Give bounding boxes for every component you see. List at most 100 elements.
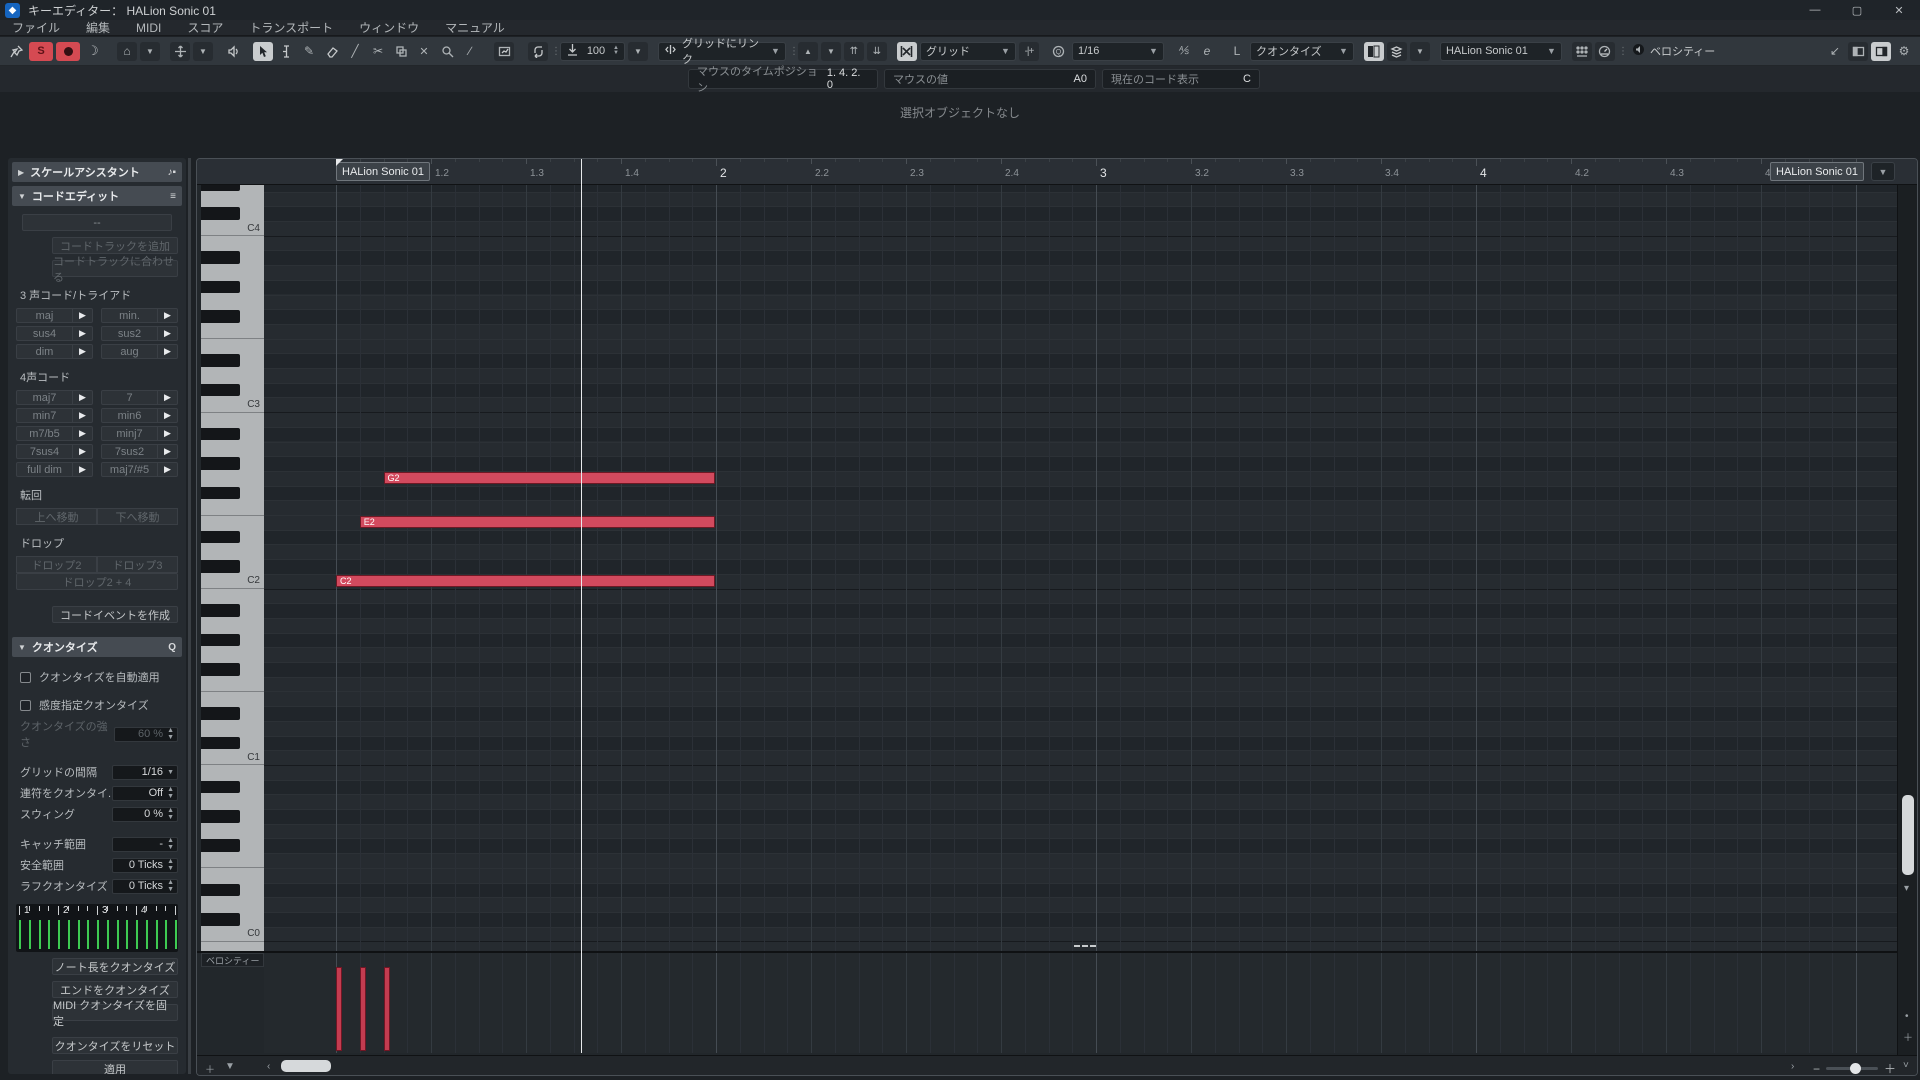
independent-loop-icon[interactable] xyxy=(528,41,548,61)
tetrad-fulldim[interactable]: full dim ▶ xyxy=(16,462,93,477)
zoom-in-icon[interactable]: ＋ xyxy=(1884,1060,1896,1075)
maximize-button[interactable]: ▢ xyxy=(1836,0,1878,20)
chord-play-icon[interactable]: ▶ xyxy=(158,326,178,341)
pin-icon[interactable] xyxy=(6,42,26,61)
quantize-section[interactable]: ▼ クオンタイズ Q xyxy=(12,637,182,657)
grid-row[interactable] xyxy=(264,192,1917,207)
triad-dim[interactable]: dim ▶ xyxy=(16,344,93,359)
part-end-label[interactable]: HALion Sonic 01 xyxy=(1770,162,1864,181)
part-start-label[interactable]: HALion Sonic 01 xyxy=(336,162,430,181)
grid-row[interactable] xyxy=(264,426,1917,442)
vertical-zoom-dot-icon[interactable]: • xyxy=(1905,1011,1909,1022)
grid-row[interactable] xyxy=(264,397,1917,412)
chord-label[interactable]: min6 xyxy=(101,408,158,423)
insert-velocity-field[interactable]: 100 ▲ ▼ xyxy=(560,41,625,61)
piano-key-black[interactable] xyxy=(201,633,240,647)
triad-sus4[interactable]: sus4 ▶ xyxy=(16,326,93,341)
grid-row[interactable] xyxy=(264,279,1917,295)
chord-label[interactable]: dim xyxy=(16,344,73,359)
erase-tool-icon[interactable] xyxy=(322,42,342,61)
piano-key-black[interactable] xyxy=(201,383,240,397)
field-value[interactable]: - ▲ ▼ xyxy=(112,836,178,852)
grid-row[interactable] xyxy=(264,809,1917,824)
scroll-right-icon[interactable]: › xyxy=(1791,1061,1794,1072)
object-selection-tool[interactable] xyxy=(253,41,273,61)
grid-row[interactable] xyxy=(264,236,1917,251)
grid-row[interactable] xyxy=(264,706,1917,721)
piano-key-black[interactable] xyxy=(201,560,240,573)
setup-toolbar-icon[interactable]: ⚙ xyxy=(1894,42,1914,61)
inversion-button-0[interactable]: 上へ移動 xyxy=(16,508,97,525)
scroll-down-icon[interactable]: ▾ xyxy=(1904,883,1909,894)
chord-play-icon[interactable]: ▶ xyxy=(158,344,178,359)
triad-min[interactable]: min. ▶ xyxy=(101,308,178,323)
chord-label[interactable]: minj7 xyxy=(101,426,158,441)
tetrad-7sus2[interactable]: 7sus2 ▶ xyxy=(101,444,178,459)
chord-play-icon[interactable]: ▶ xyxy=(158,462,178,477)
chord-play-icon[interactable]: ▶ xyxy=(73,426,93,441)
triad-aug[interactable]: aug ▶ xyxy=(101,344,178,359)
tetrad-min7[interactable]: min7 ▶ xyxy=(16,408,93,423)
tetrad-m7b5[interactable]: m7/b5 ▶ xyxy=(16,426,93,441)
grid-row[interactable] xyxy=(264,824,1917,839)
midi-note-E2[interactable]: E2 xyxy=(359,516,715,529)
chord-label[interactable]: m7/b5 xyxy=(16,426,73,441)
part-edit-mode-icon[interactable] xyxy=(170,41,190,61)
tetrad-7[interactable]: 7 ▶ xyxy=(101,390,178,405)
quantize-preset-field[interactable]: 1/16 ▼ xyxy=(1071,41,1164,61)
current-chord-button[interactable]: -- xyxy=(22,214,172,231)
grid-row[interactable] xyxy=(264,677,1917,692)
chord-play-icon[interactable]: ▶ xyxy=(158,444,178,459)
zoom-in-vertical-icon[interactable]: ＋ xyxy=(205,1061,215,1075)
zoom-tool-icon[interactable] xyxy=(437,42,457,61)
grid-row[interactable] xyxy=(264,897,1917,912)
open-in-lower-zone-icon[interactable]: ↙ xyxy=(1825,42,1845,61)
spinner-icon[interactable]: ▲ ▼ xyxy=(167,786,174,800)
vertical-zoom-in-icon[interactable]: ＋ xyxy=(1903,1029,1913,1044)
menu-1[interactable]: 編集 xyxy=(86,19,110,36)
part-edit-dropdown[interactable]: ▼ xyxy=(193,41,213,61)
color-dropdown[interactable]: ▼ xyxy=(1409,41,1430,61)
velocity-lane[interactable] xyxy=(264,953,1917,1053)
grid-row[interactable] xyxy=(264,324,1917,339)
piano-key-black[interactable] xyxy=(201,839,240,853)
grid-row[interactable] xyxy=(264,779,1917,795)
show-note-expression-icon[interactable] xyxy=(494,41,514,61)
chord-play-icon[interactable]: ▶ xyxy=(158,408,178,423)
quantize-button2-1[interactable]: 適用 xyxy=(52,1060,178,1074)
piano-key-black[interactable] xyxy=(201,530,240,544)
grid-row[interactable] xyxy=(264,618,1917,633)
quantize-button-1[interactable]: エンドをクオンタイズ xyxy=(52,981,178,998)
chord-label[interactable]: min7 xyxy=(16,408,73,423)
piano-key-black[interactable] xyxy=(201,663,240,676)
lane-dropdown-icon[interactable]: ▼ xyxy=(225,1061,235,1072)
corner-chevron-icon[interactable]: ˅ xyxy=(1903,1060,1909,1071)
piano-key-black[interactable] xyxy=(201,604,240,617)
midi-note-C2[interactable]: C2 xyxy=(336,574,715,587)
grid-row[interactable] xyxy=(264,765,1917,780)
grid-row[interactable] xyxy=(264,412,1917,427)
chord-label[interactable]: full dim xyxy=(16,462,73,477)
velocity-bar-C2[interactable] xyxy=(336,967,342,1051)
grid-row[interactable] xyxy=(264,185,1917,192)
field-value[interactable]: Off ▲ ▼ xyxy=(112,785,178,801)
snap-type-field[interactable]: グリッド ▼ xyxy=(919,41,1016,61)
scroll-left-icon[interactable]: ‹ xyxy=(267,1061,270,1072)
zoom-out-icon[interactable]: − xyxy=(1813,1062,1820,1076)
chord-play-icon[interactable]: ▶ xyxy=(73,390,93,405)
grid-row[interactable] xyxy=(264,911,1917,927)
chord-label[interactable]: 7sus4 xyxy=(16,444,73,459)
insert-velocity-spinner[interactable]: ▲ ▼ xyxy=(613,45,619,56)
grid-row[interactable] xyxy=(264,662,1917,677)
piano-key-black[interactable] xyxy=(201,707,240,720)
tetrad-maj75[interactable]: maj7/#5 ▶ xyxy=(101,462,178,477)
piano-key-black[interactable] xyxy=(201,883,240,897)
grid-row[interactable] xyxy=(264,206,1917,221)
menu-4[interactable]: トランスポート xyxy=(249,19,333,36)
grid-row[interactable] xyxy=(264,868,1917,883)
grid-row[interactable] xyxy=(264,221,1917,236)
color-scheme-icon[interactable] xyxy=(1386,41,1407,61)
piano-key-black[interactable] xyxy=(201,427,240,441)
piano-keyboard[interactable]: C4 C3 C2 C1 C0 xyxy=(201,185,264,951)
acoustic-feedback-icon[interactable]: ☽ xyxy=(83,42,103,61)
